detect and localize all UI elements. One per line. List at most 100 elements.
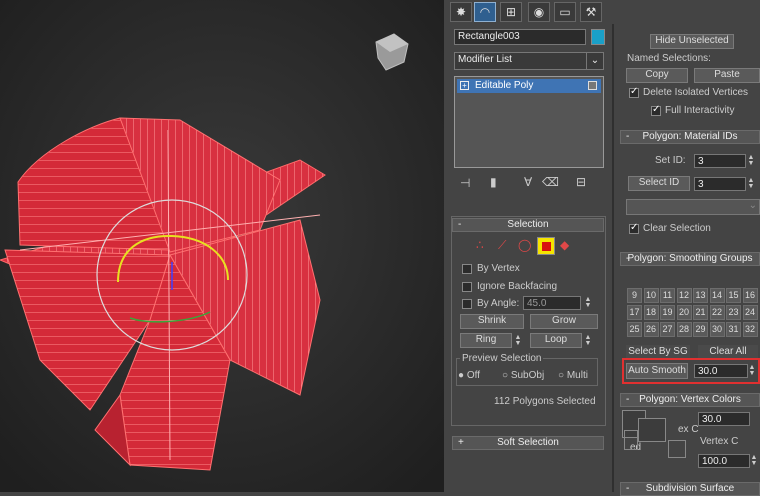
ring-spinner[interactable]: ▲ ▼ xyxy=(514,334,522,347)
modify-icon[interactable]: ◠ xyxy=(474,2,496,22)
delete-isolated-checkbox[interactable] xyxy=(629,86,639,98)
smoothing-group-button[interactable]: 20 xyxy=(676,305,692,320)
auto-smooth-threshold-field[interactable]: 30.0 xyxy=(694,364,748,378)
paste-button[interactable]: Paste xyxy=(694,68,760,83)
smoothing-groups-title: Polygon: Smoothing Groups xyxy=(627,253,753,264)
hide-unselected-button[interactable]: Hide Unselected xyxy=(650,34,734,49)
smoothing-group-button[interactable]: 29 xyxy=(693,322,708,337)
color-picker-swatch[interactable] xyxy=(624,430,638,450)
shrink-button[interactable]: Shrink xyxy=(460,314,524,329)
create-icon[interactable]: ✸ xyxy=(450,2,472,22)
stack-item-editable-poly[interactable]: + Editable Poly xyxy=(457,79,601,93)
select-id-spinner[interactable]: ▲ ▼ xyxy=(747,177,755,190)
hierarchy-icon[interactable]: ⊞ xyxy=(500,2,522,22)
loop-spinner[interactable]: ▲ ▼ xyxy=(584,334,592,347)
smoothing-groups-rollout-header[interactable]: - Polygon: Smoothing Groups xyxy=(620,252,760,266)
vertex-color-value-field[interactable]: 30.0 xyxy=(698,412,750,426)
vertex-alpha-swatch[interactable] xyxy=(668,440,686,458)
illumination-swatch[interactable] xyxy=(638,418,666,442)
by-angle-label: By Angle: xyxy=(477,298,520,309)
auto-smooth-spinner[interactable]: ▲ ▼ xyxy=(748,364,756,377)
smoothing-group-button[interactable]: 11 xyxy=(660,288,675,303)
smoothing-group-button[interactable]: 32 xyxy=(742,322,758,337)
smoothing-group-button[interactable]: 14 xyxy=(709,288,725,303)
select-id-field[interactable]: 3 xyxy=(694,177,746,191)
smoothing-group-grid: 9 10 11 12 13 14 15 16 17 18 19 20 21 22 23 24 25 26 27 28 2… xyxy=(627,288,758,340)
auto-smooth-button[interactable]: Auto Smooth xyxy=(626,363,688,379)
motion-icon[interactable]: ◉ xyxy=(528,2,550,22)
by-angle-spinner[interactable]: ▲ ▼ xyxy=(584,296,592,309)
smoothing-group-button[interactable]: 9 xyxy=(627,288,642,303)
edge-mode-icon[interactable]: ⟋ xyxy=(498,238,506,253)
smoothing-group-button[interactable]: 13 xyxy=(693,288,708,303)
modifier-list-dropdown[interactable]: Modifier List ⌄ xyxy=(454,52,604,70)
set-id-spinner[interactable]: ▲ ▼ xyxy=(747,154,755,167)
vertex-colors-title: Polygon: Vertex Colors xyxy=(639,394,741,405)
copy-button[interactable]: Copy xyxy=(626,68,688,83)
stack-toggle-icon[interactable] xyxy=(588,81,597,90)
chevron-down-icon: ⌄ xyxy=(748,200,757,211)
show-end-result-icon[interactable]: ▮ xyxy=(490,175,497,189)
chevron-down-icon[interactable]: ⌄ xyxy=(586,53,603,69)
select-id-button[interactable]: Select ID xyxy=(628,176,690,191)
soft-selection-rollout-header[interactable]: + Soft Selection xyxy=(452,436,604,450)
material-ids-rollout-header[interactable]: - Polygon: Material IDs xyxy=(620,130,760,144)
smoothing-group-button[interactable]: 17 xyxy=(627,305,642,320)
utilities-icon[interactable]: ⚒ xyxy=(580,2,602,22)
smoothing-group-button[interactable]: 23 xyxy=(726,305,741,320)
expand-plus-icon[interactable]: + xyxy=(460,81,469,90)
smoothing-group-button[interactable]: 31 xyxy=(726,322,741,337)
selection-rollout-header[interactable]: - Selection xyxy=(452,218,604,232)
smoothing-group-button[interactable]: 15 xyxy=(726,288,741,303)
subdivision-surface-rollout-header[interactable]: - Subdivision Surface xyxy=(620,482,760,496)
smoothing-group-button[interactable]: 19 xyxy=(660,305,675,320)
preview-subobj-label: SubObj xyxy=(510,370,545,381)
clear-selection-checkbox[interactable] xyxy=(629,222,639,234)
perspective-viewport[interactable] xyxy=(0,0,444,492)
border-mode-icon[interactable]: ◯ xyxy=(518,238,531,252)
vertex-alpha-field[interactable]: 100.0 xyxy=(698,454,750,468)
vertex-mode-icon[interactable]: ∴ xyxy=(476,238,484,252)
pin-stack-icon[interactable]: ⊣ xyxy=(460,176,470,190)
ignore-backfacing-checkbox[interactable] xyxy=(462,282,472,292)
delete-isolated-label: Delete Isolated Vertices xyxy=(643,87,749,98)
collapse-sign: - xyxy=(626,394,630,405)
material-name-dropdown[interactable]: ⌄ xyxy=(626,199,760,215)
by-angle-field[interactable]: 45.0 xyxy=(523,296,581,310)
smoothing-group-button[interactable]: 10 xyxy=(643,288,659,303)
smoothing-group-button[interactable]: 12 xyxy=(676,288,692,303)
smoothing-group-button[interactable]: 30 xyxy=(709,322,725,337)
object-name-field[interactable]: Rectangle003 xyxy=(454,29,586,45)
preview-subobj-radio[interactable]: ○ SubObj xyxy=(502,370,544,381)
configure-sets-icon[interactable]: ⊟ xyxy=(576,175,586,189)
remove-modifier-icon[interactable]: ⌫ xyxy=(542,175,559,189)
make-unique-icon[interactable]: ∀ xyxy=(524,175,532,189)
element-mode-icon[interactable]: ◆ xyxy=(560,238,569,252)
collapse-sign: - xyxy=(626,483,630,494)
smoothing-group-button[interactable]: 26 xyxy=(643,322,659,337)
set-id-field[interactable]: 3 xyxy=(694,154,746,168)
smoothing-group-button[interactable]: 18 xyxy=(643,305,659,320)
smoothing-group-button[interactable]: 25 xyxy=(627,322,642,337)
smoothing-group-button[interactable]: 27 xyxy=(660,322,675,337)
smoothing-group-button[interactable]: 16 xyxy=(742,288,758,303)
vertex-alpha-spinner[interactable]: ▲ ▼ xyxy=(750,454,758,467)
by-angle-checkbox[interactable] xyxy=(462,299,472,309)
object-color-swatch[interactable] xyxy=(591,29,605,45)
grow-button[interactable]: Grow xyxy=(530,314,598,329)
smoothing-group-button[interactable]: 22 xyxy=(709,305,725,320)
preview-multi-radio[interactable]: ○ Multi xyxy=(558,370,588,381)
smoothing-group-button[interactable]: 24 xyxy=(742,305,758,320)
panel-scrollbar[interactable] xyxy=(612,24,614,492)
clear-selection-label: Clear Selection xyxy=(643,223,711,234)
smoothing-group-button[interactable]: 21 xyxy=(693,305,708,320)
ring-button[interactable]: Ring xyxy=(460,333,512,348)
full-interactivity-checkbox[interactable] xyxy=(651,104,661,116)
by-vertex-checkbox[interactable] xyxy=(462,264,472,274)
loop-button[interactable]: Loop xyxy=(530,333,582,348)
preview-off-radio[interactable]: ● Off xyxy=(458,370,480,381)
smoothing-group-button[interactable]: 28 xyxy=(676,322,692,337)
vertex-colors-rollout-header[interactable]: - Polygon: Vertex Colors xyxy=(620,393,760,407)
polygon-mode-icon[interactable] xyxy=(537,237,555,255)
display-icon[interactable]: ▭ xyxy=(554,2,576,22)
